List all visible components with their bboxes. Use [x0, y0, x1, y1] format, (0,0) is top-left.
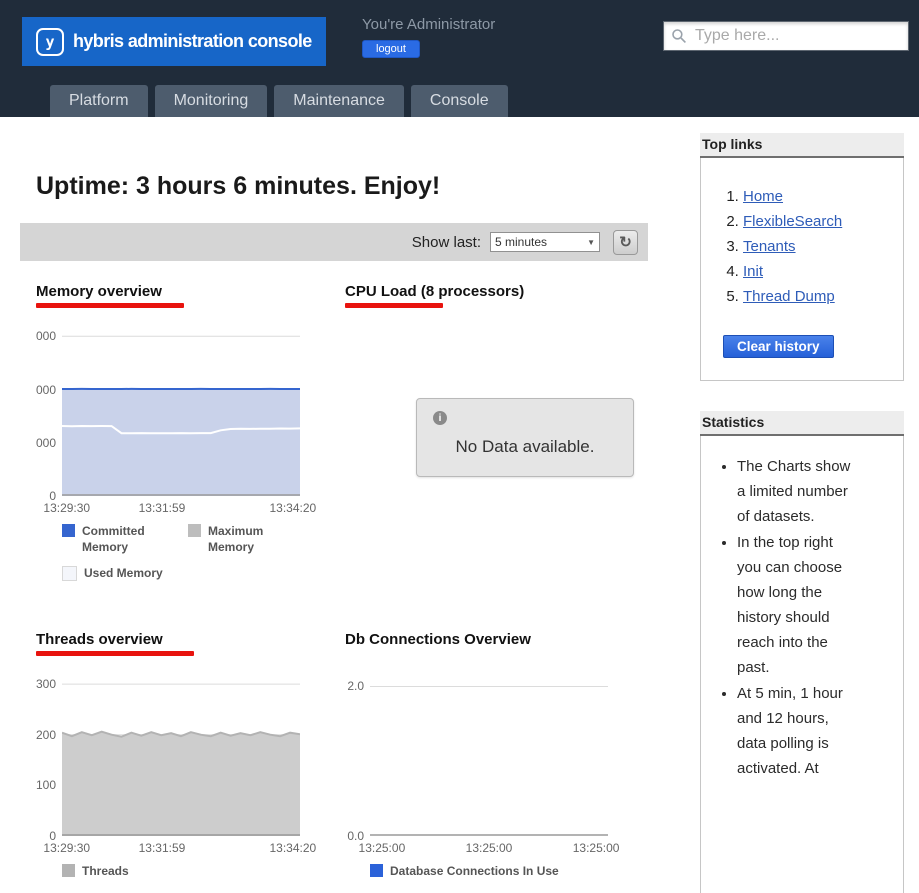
- chevron-down-icon: ▼: [587, 237, 595, 247]
- legend-swatch-icon: [62, 566, 77, 581]
- legend-item: Threads: [62, 863, 129, 879]
- hac-screen: y hybris administration console You're A…: [0, 0, 919, 893]
- search-box: [663, 21, 909, 51]
- y-tick-label: 200: [35, 727, 56, 742]
- x-tick-label: 13:29:30: [43, 501, 91, 515]
- legend-swatch-icon: [188, 524, 201, 537]
- top-links-header: Top links: [700, 133, 904, 158]
- sidebar-link-home[interactable]: Home: [743, 188, 783, 205]
- hybris-logo: y hybris administration console: [22, 17, 326, 66]
- sidebar-link-flexiblesearch[interactable]: FlexibleSearch: [743, 213, 842, 230]
- info-icon: i: [433, 411, 447, 425]
- sidebar-link-init[interactable]: Init: [743, 263, 763, 280]
- threads-legend: Threads: [62, 863, 320, 879]
- legend-swatch-icon: [62, 524, 75, 537]
- x-tick-label: 13:34:20: [269, 841, 317, 855]
- y-tick-label: 000: [35, 329, 56, 344]
- list-item: Home: [743, 184, 895, 209]
- show-last-select[interactable]: 5 minutes ▼: [490, 232, 600, 252]
- page-title: Uptime: 3 hours 6 minutes. Enjoy!: [36, 171, 441, 200]
- search-input[interactable]: [693, 26, 908, 46]
- memory-section-title: Memory overview: [36, 283, 162, 300]
- list-item: Thread Dump: [743, 284, 895, 309]
- user-area: You're Administrator logout: [362, 16, 495, 58]
- tab-platform[interactable]: Platform: [50, 85, 148, 117]
- memory-plot: [61, 331, 301, 496]
- annotation-underline-threads: [36, 651, 194, 656]
- list-item: The Charts show a limited number of data…: [737, 454, 897, 529]
- sidebar-link-thread-dump[interactable]: Thread Dump: [743, 288, 835, 305]
- y-tick-label: 2.0: [347, 679, 364, 694]
- list-item: In the top right you can choose how long…: [737, 530, 897, 680]
- list-item: Tenants: [743, 234, 895, 259]
- top-header: y hybris administration console You're A…: [0, 0, 919, 85]
- db-plot: [370, 679, 608, 836]
- sidebar: Top links Home FlexibleSearch Tenants In…: [700, 133, 904, 893]
- annotation-underline-cpu: [345, 303, 443, 308]
- legend-item: Used Memory: [62, 565, 163, 581]
- sidebar-link-tenants[interactable]: Tenants: [743, 238, 796, 255]
- x-tick-label: 13:34:20: [269, 501, 317, 515]
- threads-plot: [61, 679, 301, 836]
- show-last-value: 5 minutes: [495, 235, 548, 249]
- y-tick-label: 100: [35, 778, 56, 793]
- legend-item: Database Connections In Use: [370, 863, 559, 879]
- legend-label: Committed Memory: [82, 524, 145, 554]
- tab-maintenance[interactable]: Maintenance: [274, 85, 404, 117]
- main-content: Uptime: 3 hours 6 minutes. Enjoy! Show l…: [20, 117, 680, 893]
- app-title: hybris administration console: [73, 31, 312, 51]
- legend-label: Maximum Memory: [208, 524, 264, 554]
- show-last-label: Show last:: [411, 233, 481, 251]
- db-legend: Database Connections In Use: [370, 863, 628, 879]
- threads-section-title: Threads overview: [36, 631, 163, 648]
- cpu-no-data-box: i No Data available.: [416, 398, 634, 477]
- list-item: At 5 min, 1 hour and 12 hours, data poll…: [737, 681, 897, 781]
- y-tick-label: 300: [35, 677, 56, 692]
- x-tick-label: 13:25:00: [572, 841, 620, 855]
- tab-console[interactable]: Console: [410, 85, 508, 117]
- x-tick-label: 13:31:59: [138, 501, 186, 515]
- legend-item: Maximum Memory: [188, 523, 288, 555]
- statistics-header: Statistics: [700, 411, 904, 436]
- top-links-box: Home FlexibleSearch Tenants Init Thread …: [700, 158, 904, 381]
- x-tick-label: 13:31:59: [138, 841, 186, 855]
- list-item: FlexibleSearch: [743, 209, 895, 234]
- x-tick-label: 13:25:00: [465, 841, 513, 855]
- statistics-box: The Charts show a limited number of data…: [700, 436, 904, 893]
- db-section-title: Db Connections Overview: [345, 631, 531, 648]
- clear-history-button[interactable]: Clear history: [723, 335, 834, 358]
- no-data-text: No Data available.: [455, 437, 595, 456]
- hybris-logo-icon: y: [36, 27, 64, 56]
- annotation-underline-memory: [36, 303, 184, 308]
- cpu-section-title: CPU Load (8 processors): [345, 283, 525, 300]
- legend-swatch-icon: [62, 864, 75, 877]
- user-greeting: You're Administrator: [362, 16, 496, 33]
- legend-label: Used Memory: [84, 566, 163, 580]
- legend-label: Threads: [82, 864, 129, 878]
- y-tick-label: 000: [35, 382, 56, 397]
- legend-label: Database Connections In Use: [390, 864, 559, 878]
- search-icon: [672, 29, 686, 43]
- main-nav: Platform Monitoring Maintenance Console: [0, 85, 919, 117]
- y-tick-label: 000: [35, 435, 56, 450]
- statistics-list: The Charts show a limited number of data…: [707, 454, 897, 781]
- logout-button[interactable]: logout: [362, 40, 420, 58]
- top-links-list: Home FlexibleSearch Tenants Init Thread …: [709, 184, 895, 309]
- refresh-button[interactable]: ↻: [613, 229, 638, 255]
- x-tick-label: 13:29:30: [43, 841, 91, 855]
- x-tick-label: 13:25:00: [358, 841, 406, 855]
- list-item: Init: [743, 259, 895, 284]
- legend-item: Committed Memory: [62, 523, 162, 555]
- statistics-section: Statistics The Charts show a limited num…: [700, 411, 904, 893]
- memory-legend: Committed Memory Maximum Memory Used Memor…: [62, 523, 320, 581]
- legend-swatch-icon: [370, 864, 383, 877]
- chart-controls-bar: Show last: 5 minutes ▼ ↻: [20, 223, 648, 261]
- tab-monitoring[interactable]: Monitoring: [154, 85, 268, 117]
